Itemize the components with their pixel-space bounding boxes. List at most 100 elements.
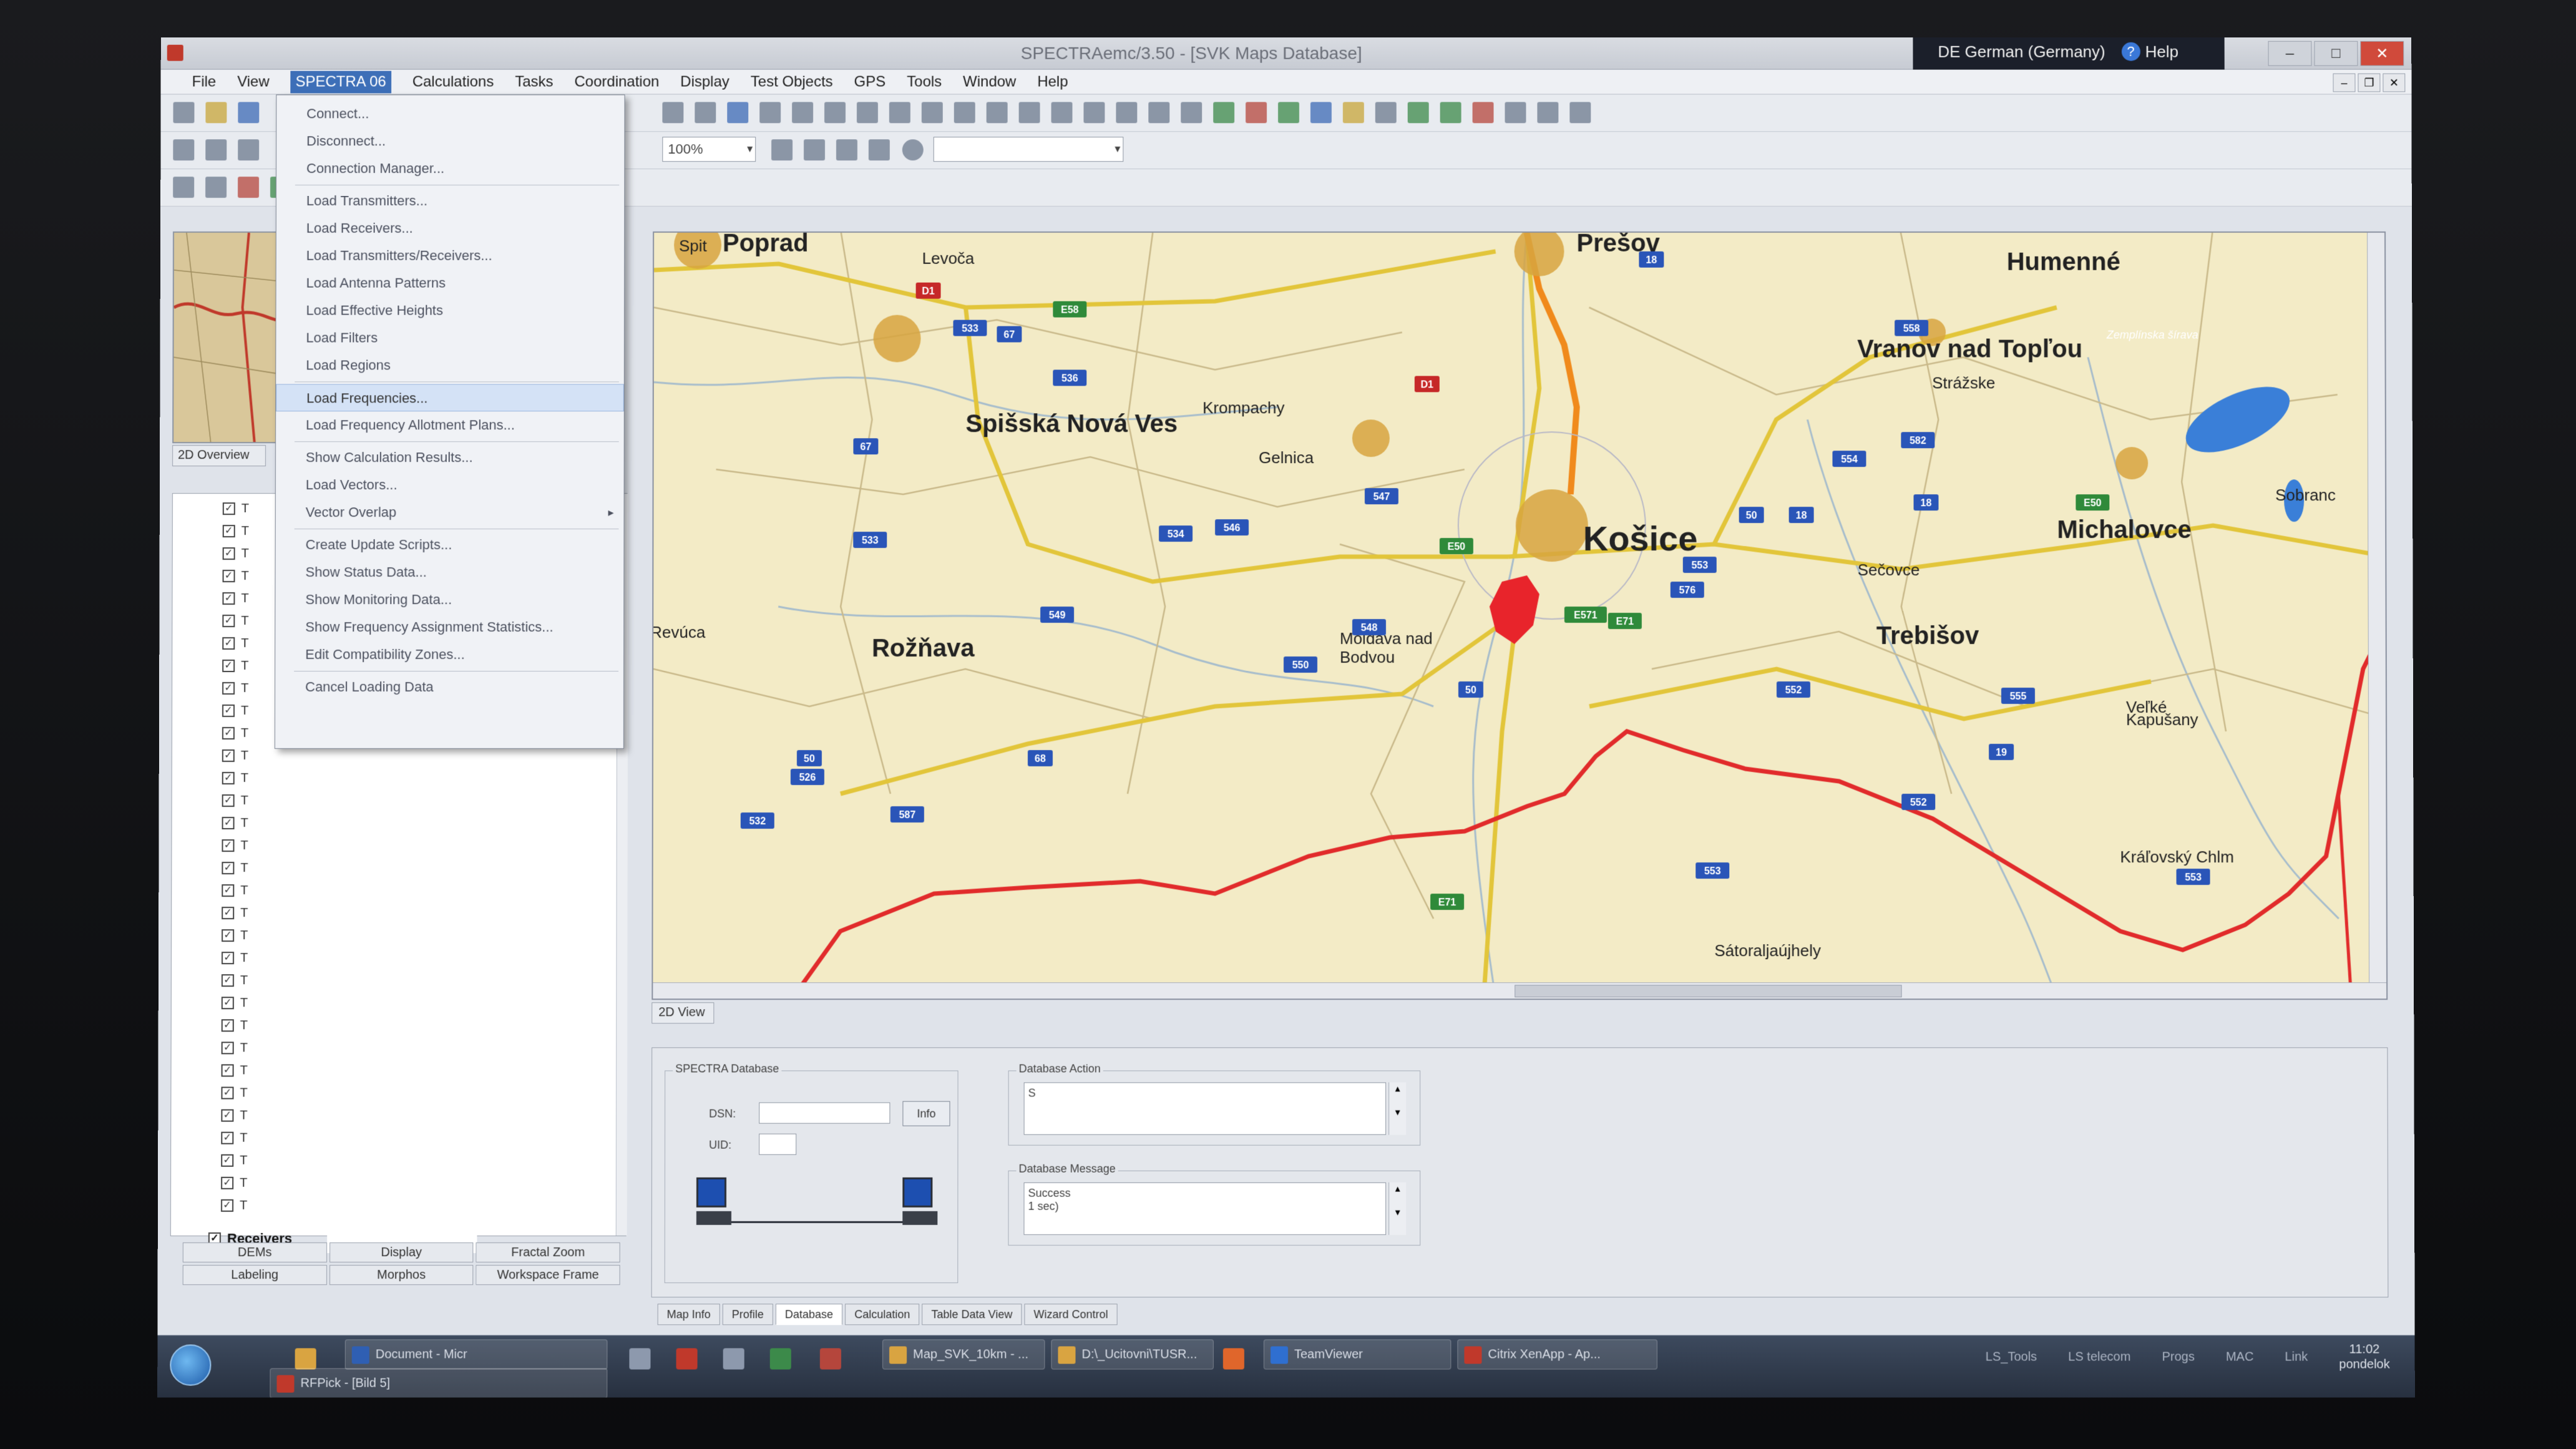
antenna2-icon[interactable] bbox=[1051, 102, 1073, 123]
tree-checkbox[interactable]: ✓ bbox=[222, 749, 235, 762]
tower-icon[interactable] bbox=[238, 177, 259, 198]
zoom-in-icon[interactable] bbox=[771, 139, 793, 160]
tree-row[interactable]: ✓ T bbox=[222, 814, 248, 832]
start-button[interactable] bbox=[170, 1344, 211, 1385]
paste-icon[interactable] bbox=[824, 102, 846, 123]
filter-icon[interactable] bbox=[1375, 102, 1397, 123]
tray-link[interactable]: Link bbox=[2285, 1350, 2308, 1364]
tree-checkbox[interactable]: ✓ bbox=[223, 502, 235, 515]
menu-gps[interactable]: GPS bbox=[854, 73, 886, 90]
tree-checkbox[interactable]: ✓ bbox=[222, 997, 234, 1009]
menu-item-load-vectors[interactable]: Load Vectors... bbox=[276, 471, 624, 499]
zoom-select[interactable]: 100% ▾ bbox=[662, 137, 756, 162]
quicklaunch-icon[interactable] bbox=[629, 1348, 650, 1369]
info-button[interactable]: Info bbox=[902, 1101, 950, 1126]
undo-icon[interactable] bbox=[173, 139, 194, 160]
tree-checkbox[interactable]: ✓ bbox=[222, 794, 235, 807]
menu-item-connection-manager[interactable]: Connection Manager... bbox=[276, 155, 624, 182]
tree-row[interactable]: ✓ T bbox=[221, 1174, 247, 1192]
tree-checkbox[interactable]: ✓ bbox=[221, 1199, 233, 1212]
tray-ls-telecom[interactable]: LS telecom bbox=[2068, 1350, 2130, 1364]
doc-minimize-button[interactable]: – bbox=[2333, 74, 2355, 92]
doc-restore-button[interactable]: ❐ bbox=[2358, 74, 2380, 92]
menu-display[interactable]: Display bbox=[680, 73, 729, 90]
tree-row[interactable]: ✓ T bbox=[221, 1107, 247, 1125]
layer-icon[interactable] bbox=[1213, 102, 1234, 123]
taskbar-citrix[interactable]: Citrix XenApp - Ap... bbox=[1457, 1339, 1657, 1369]
tab-fractal-zoom[interactable]: Fractal Zoom bbox=[476, 1242, 620, 1262]
circle-icon[interactable] bbox=[902, 139, 924, 160]
menu-item-show-status-data[interactable]: Show Status Data... bbox=[275, 559, 623, 586]
tree-checkbox[interactable]: ✓ bbox=[222, 839, 234, 852]
uid-field[interactable] bbox=[759, 1134, 796, 1155]
tab-2d-view[interactable]: 2D View bbox=[651, 1002, 714, 1023]
filezilla-icon[interactable] bbox=[676, 1348, 698, 1369]
tab-database[interactable]: Database bbox=[776, 1304, 842, 1325]
tree-checkbox[interactable]: ✓ bbox=[222, 682, 235, 695]
menu-item-load-regions[interactable]: Load Regions bbox=[276, 352, 624, 379]
chrome-icon[interactable] bbox=[770, 1348, 791, 1369]
tree-row[interactable]: ✓ T bbox=[223, 522, 249, 540]
tree-checkbox[interactable]: ✓ bbox=[222, 592, 235, 605]
tree-row[interactable]: ✓ T bbox=[222, 927, 248, 944]
chart-icon[interactable] bbox=[1408, 102, 1429, 123]
menu-item-edit-compatibility-zones[interactable]: Edit Compatibility Zones... bbox=[275, 641, 623, 668]
tree-row[interactable]: ✓ T bbox=[222, 680, 248, 697]
antenna-icon[interactable] bbox=[1019, 102, 1040, 123]
menu-item-load-effective-heights[interactable]: Load Effective Heights bbox=[276, 297, 624, 324]
tree-row[interactable]: ✓ T bbox=[223, 567, 249, 585]
menu-item-load-frequencies[interactable]: Load Frequencies... bbox=[276, 384, 624, 411]
tree-checkbox[interactable]: ✓ bbox=[222, 637, 235, 650]
menu-spectra[interactable]: SPECTRA 06 bbox=[291, 71, 391, 93]
tree-checkbox[interactable]: ✓ bbox=[222, 907, 234, 919]
menu-item-load-antenna-patterns[interactable]: Load Antenna Patterns bbox=[276, 270, 625, 297]
zoom-out-icon[interactable] bbox=[804, 139, 825, 160]
menu-file[interactable]: File bbox=[192, 73, 217, 90]
tree-checkbox[interactable]: ✓ bbox=[222, 1064, 234, 1076]
link-icon[interactable] bbox=[1116, 102, 1137, 123]
database-message-text[interactable]: Success 1 sec) bbox=[1023, 1183, 1386, 1235]
message-scrollbar[interactable]: ▴ ▾ bbox=[1388, 1183, 1406, 1235]
interference-icon[interactable] bbox=[1473, 102, 1494, 123]
map-horizontal-scrollbar[interactable] bbox=[653, 982, 2386, 998]
measure-icon[interactable] bbox=[922, 102, 943, 123]
tree-checkbox[interactable]: ✓ bbox=[223, 547, 235, 560]
select-icon[interactable] bbox=[662, 102, 683, 123]
redo-icon[interactable] bbox=[205, 139, 227, 160]
tab-map-info[interactable]: Map Info bbox=[658, 1304, 720, 1325]
menu-item-show-frequency-assignment-statistics[interactable]: Show Frequency Assignment Statistics... bbox=[275, 613, 623, 641]
tree-row[interactable]: ✓ T bbox=[222, 1039, 248, 1056]
new-icon[interactable] bbox=[173, 102, 194, 123]
tray-progs[interactable]: Progs bbox=[2162, 1350, 2194, 1364]
tree-row[interactable]: ✓ T bbox=[223, 500, 249, 517]
menu-item-show-calculation-results[interactable]: Show Calculation Results... bbox=[276, 444, 624, 471]
tree-checkbox[interactable]: ✓ bbox=[221, 1086, 233, 1099]
tree-row[interactable]: ✓ T bbox=[222, 904, 248, 922]
tab-table-data-view[interactable]: Table Data View bbox=[922, 1304, 1022, 1325]
table-icon[interactable] bbox=[889, 102, 910, 123]
menu-item-show-monitoring-data[interactable]: Show Monitoring Data... bbox=[275, 586, 623, 613]
grid-icon[interactable] bbox=[857, 102, 878, 123]
menu-window[interactable]: Window bbox=[963, 73, 1016, 90]
tree-row[interactable]: ✓ T bbox=[221, 1129, 247, 1147]
window-icon[interactable] bbox=[723, 1348, 744, 1369]
system-clock[interactable]: 11:02 pondelok bbox=[2339, 1342, 2389, 1372]
settings-icon[interactable] bbox=[1569, 102, 1591, 123]
tree-checkbox[interactable]: ✓ bbox=[222, 952, 234, 964]
tree-checkbox[interactable]: ✓ bbox=[222, 862, 234, 874]
tree-checkbox[interactable]: ✓ bbox=[222, 705, 235, 717]
taskbar-map[interactable]: Map_SVK_10km - ... bbox=[882, 1339, 1045, 1369]
dsn-field[interactable] bbox=[759, 1103, 890, 1124]
taskbar-teamviewer[interactable]: TeamViewer bbox=[1264, 1339, 1451, 1369]
zoom-window-icon[interactable] bbox=[836, 139, 857, 160]
disk-icon[interactable] bbox=[727, 102, 748, 123]
database-action-text[interactable]: S bbox=[1024, 1082, 1387, 1134]
map-vertical-scrollbar[interactable] bbox=[2367, 233, 2386, 998]
profile-icon[interactable] bbox=[987, 102, 1008, 123]
cut-icon[interactable] bbox=[238, 139, 259, 160]
tree-row[interactable]: ✓ T bbox=[222, 590, 248, 607]
menu-item-load-transmitters-receivers[interactable]: Load Transmitters/Receivers... bbox=[276, 242, 624, 270]
tree-checkbox[interactable]: ✓ bbox=[223, 570, 235, 582]
tree-checkbox[interactable]: ✓ bbox=[222, 817, 235, 829]
tree-row[interactable]: ✓ T bbox=[222, 1017, 248, 1034]
